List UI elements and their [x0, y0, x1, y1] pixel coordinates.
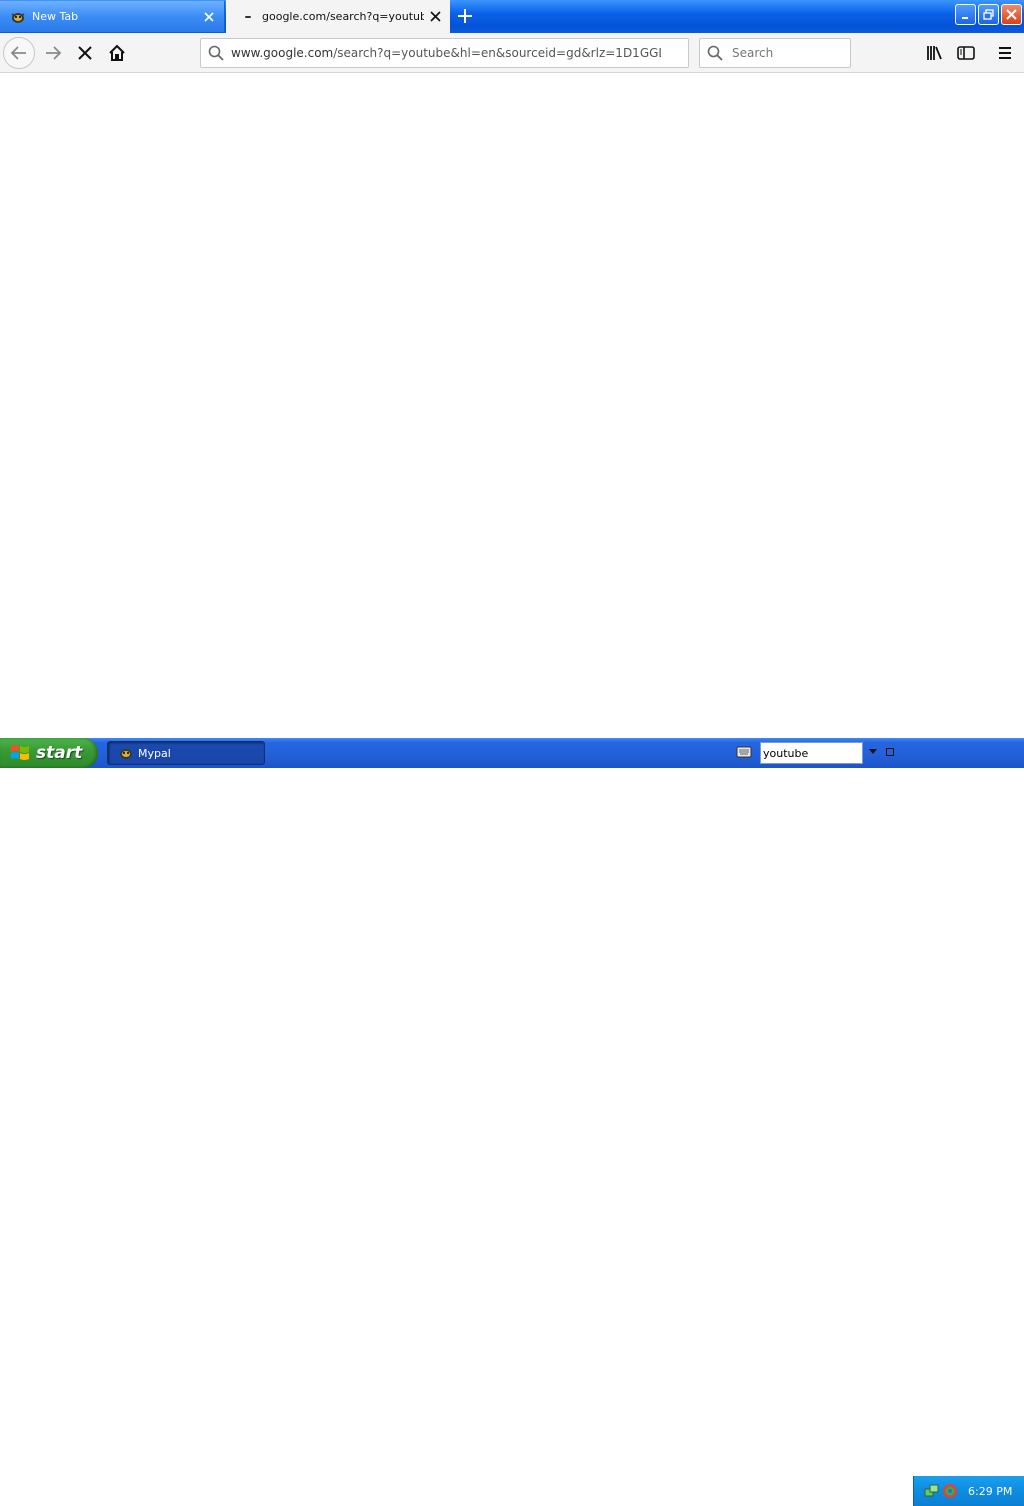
sidebar-button[interactable] — [951, 37, 981, 69]
back-button[interactable] — [3, 37, 35, 69]
security-shield-icon — [943, 1484, 957, 1498]
clock: 6:29 PM — [968, 1484, 1013, 1498]
system-tray: 6:29 PM — [913, 1476, 1024, 1506]
hamburger-icon — [999, 47, 1011, 59]
menu-button[interactable] — [990, 37, 1020, 69]
minimize-icon — [961, 16, 968, 19]
minimize-button[interactable] — [955, 4, 976, 25]
restore-button[interactable] — [978, 4, 999, 25]
loading-icon — [240, 9, 256, 25]
mypal-icon — [10, 9, 26, 25]
address-dropdown-button[interactable] — [866, 745, 880, 759]
tab-strip: New Tab google.com/search?q=youtube&hl=e… — [0, 0, 1024, 33]
navigation-toolbar: www.google.com/search?q=youtube&hl=en&so… — [0, 33, 1024, 73]
url-bar[interactable]: www.google.com/search?q=youtube&hl=en&so… — [200, 38, 689, 68]
close-icon[interactable] — [424, 6, 446, 28]
mypal-icon — [120, 749, 132, 759]
library-icon — [927, 46, 942, 60]
chevron-down-icon — [869, 749, 877, 754]
taskbar-button-label: Mypal — [138, 746, 171, 760]
url-host: www.google.com — [231, 46, 334, 60]
close-icon — [1006, 9, 1017, 20]
square-icon — [886, 748, 894, 756]
stop-button[interactable] — [69, 37, 101, 69]
start-button[interactable]: start — [0, 738, 98, 768]
windows-logo-icon — [11, 745, 29, 760]
taskbar-button-mypal[interactable]: Mypal — [107, 741, 265, 765]
plus-icon — [458, 9, 472, 23]
search-icon — [201, 45, 231, 61]
start-label: start — [36, 743, 83, 763]
home-icon — [109, 44, 125, 61]
url-text[interactable]: www.google.com/search?q=youtube&hl=en&so… — [231, 46, 661, 60]
url-path: /search?q=youtube&hl=en&sourceid=gd&rlz=… — [333, 46, 661, 60]
taskbar-address-input[interactable]: youtube — [760, 742, 863, 764]
search-bar[interactable] — [699, 38, 851, 68]
search-icon — [700, 45, 730, 61]
tab-new-tab[interactable]: New Tab — [0, 1, 225, 32]
tab-title: New Tab — [32, 10, 79, 23]
forward-button[interactable] — [37, 37, 69, 69]
back-arrow-icon — [10, 46, 26, 60]
new-tab-button[interactable] — [452, 3, 478, 29]
address-go-button[interactable] — [884, 745, 896, 759]
page-content-area[interactable] — [0, 73, 1024, 738]
forward-arrow-icon — [46, 46, 62, 60]
sidebar-icon — [957, 46, 975, 60]
search-input[interactable] — [730, 45, 844, 61]
keyboard-icon[interactable] — [736, 745, 752, 759]
tab-google-search[interactable]: google.com/search?q=youtube&hl=en&source… — [226, 0, 450, 33]
restore-icon — [983, 9, 994, 20]
stop-icon — [78, 46, 92, 60]
library-button[interactable] — [920, 37, 950, 69]
close-window-button[interactable] — [1001, 4, 1022, 25]
network-icon — [924, 1484, 939, 1497]
tab-title: google.com/search?q=youtube&hl=en&source… — [262, 10, 424, 23]
home-button[interactable] — [101, 37, 133, 69]
close-icon[interactable] — [198, 6, 220, 28]
